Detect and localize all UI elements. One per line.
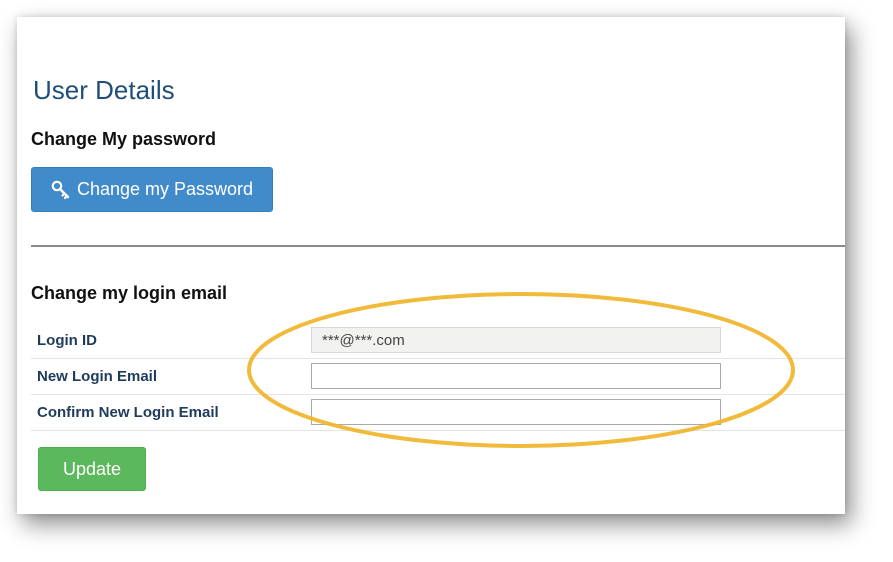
new-login-email-input[interactable] [311, 363, 721, 389]
key-icon [51, 180, 71, 200]
confirm-login-email-input[interactable] [311, 399, 721, 425]
section-divider [31, 245, 845, 247]
login-id-label: Login ID [37, 332, 97, 349]
login-id-field [311, 327, 721, 353]
change-password-button-label: Change my Password [76, 179, 254, 199]
confirm-login-email-label: Confirm New Login Email [37, 404, 219, 421]
screenshot-stage: User Details Change My password Change m… [0, 0, 893, 562]
new-login-email-row: New Login Email [31, 358, 845, 395]
change-email-heading: Change my login email [31, 283, 228, 303]
page-title: User Details [33, 75, 175, 105]
user-details-panel: User Details Change My password Change m… [17, 17, 845, 514]
update-button[interactable]: Update [38, 447, 146, 491]
change-password-button[interactable]: Change my Password [31, 167, 273, 212]
confirm-login-email-row: Confirm New Login Email [31, 394, 845, 431]
change-password-heading: Change My password [31, 129, 217, 149]
new-login-email-label: New Login Email [37, 368, 158, 385]
login-id-row: Login ID [31, 322, 845, 359]
